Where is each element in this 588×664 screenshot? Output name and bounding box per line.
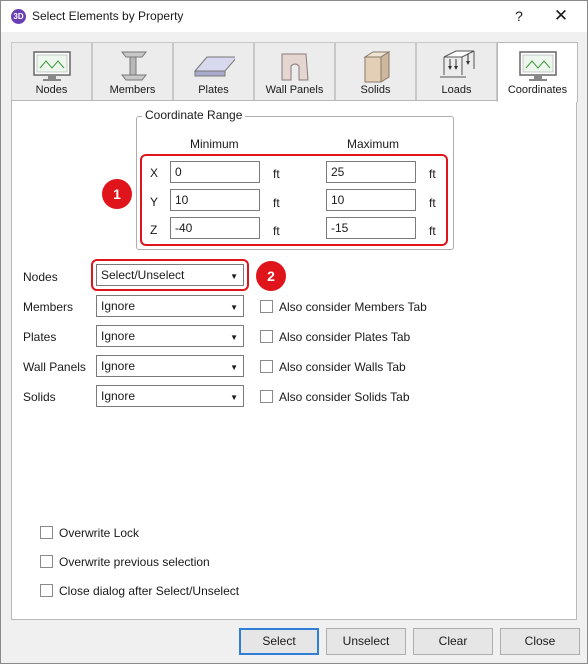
overwrite-selection-checkbox[interactable] [40,555,53,568]
tab-label: Coordinates [507,84,568,96]
node-monitor-icon [33,51,71,81]
app-icon: 3D [11,9,26,24]
tab-label: Solids [360,84,391,96]
also-walls-label: Also consider Walls Tab [279,360,406,374]
also-members-label: Also consider Members Tab [279,300,427,314]
also-solids-label: Also consider Solids Tab [279,390,410,404]
plate-slab-icon [193,56,235,77]
also-members-checkbox[interactable] [260,300,273,313]
unselect-button[interactable]: Unselect [326,628,406,655]
wall-panels-select[interactable]: Ignore ▼ [96,355,244,377]
annotation-highlight-1 [140,154,448,246]
annotation-badge-2: 2 [256,261,286,291]
solid-block-icon [363,51,391,83]
annotation-highlight-2 [91,259,249,291]
annotation-badge-1: 1 [102,179,132,209]
wall-panels-label: Wall Panels [23,360,86,374]
tab-label: Nodes [35,84,68,96]
title-bar: 3D Select Elements by Property ? ✕ [1,1,587,32]
tab-label: Loads [441,84,472,96]
overwrite-selection-label: Overwrite previous selection [59,555,210,569]
also-plates-checkbox[interactable] [260,330,273,343]
close-icon[interactable]: ✕ [549,5,573,27]
chevron-down-icon: ▼ [230,393,238,402]
coordinate-monitor-icon [519,51,557,81]
select-value: Ignore [101,359,136,373]
select-value: Ignore [101,329,136,343]
dialog-window: 3D Select Elements by Property ? ✕ Nodes… [0,0,588,664]
solids-select[interactable]: Ignore ▼ [96,385,244,407]
members-select[interactable]: Ignore ▼ [96,295,244,317]
select-value: Ignore [101,299,136,313]
tab-label: Plates [198,84,229,96]
select-value: Ignore [101,389,136,403]
help-button[interactable]: ? [509,6,529,26]
overwrite-lock-label: Overwrite Lock [59,526,140,540]
chevron-down-icon: ▼ [230,303,238,312]
members-label: Members [23,300,74,314]
wall-panel-icon [281,53,309,81]
close-after-checkbox[interactable] [40,584,53,597]
also-solids-checkbox[interactable] [260,390,273,403]
clear-button[interactable]: Clear [413,628,493,655]
chevron-down-icon: ▼ [230,363,238,372]
plates-select[interactable]: Ignore ▼ [96,325,244,347]
nodes-label: Nodes [23,270,58,284]
tab-wall-panels[interactable]: Wall Panels [254,42,335,100]
tab-label: Members [109,84,156,96]
tab-solids[interactable]: Solids [335,42,416,100]
tab-label: Wall Panels [265,84,324,96]
close-button[interactable]: Close [500,628,580,655]
tab-members[interactable]: Members [92,42,173,100]
group-title: Coordinate Range [142,108,246,122]
close-after-label: Close dialog after Select/Unselect [59,584,240,598]
minimum-header: Minimum [190,137,239,151]
tab-coordinates[interactable]: Coordinates [497,42,578,102]
maximum-header: Maximum [347,137,400,151]
window-title: Select Elements by Property [32,9,184,23]
tab-loads[interactable]: Loads [416,42,497,100]
tab-plates[interactable]: Plates [173,42,254,100]
also-plates-label: Also consider Plates Tab [279,330,411,344]
tab-nodes[interactable]: Nodes [11,42,92,100]
solids-label: Solids [23,390,56,404]
also-walls-checkbox[interactable] [260,360,273,373]
overwrite-lock-checkbox[interactable] [40,526,53,539]
chevron-down-icon: ▼ [230,333,238,342]
select-button[interactable]: Select [239,628,319,655]
i-beam-icon [120,51,148,81]
plates-label: Plates [23,330,57,344]
load-frame-icon [440,50,475,78]
tab-strip: Nodes Members Plates Wall Panels Solids … [11,42,578,102]
